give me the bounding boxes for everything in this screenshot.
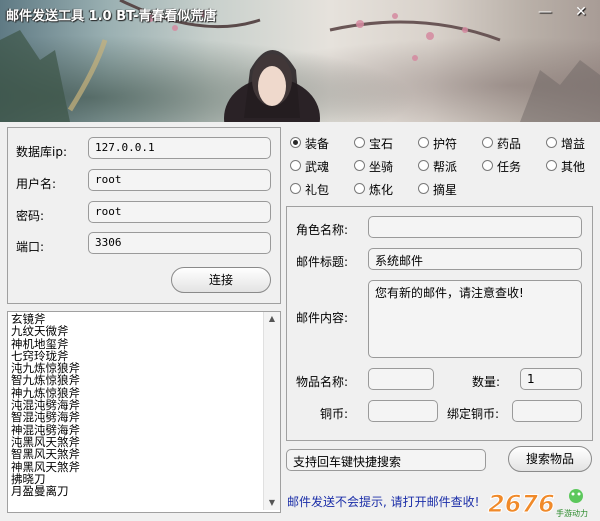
radio-indicator [418,160,429,171]
radio-label: 礼包 [305,183,330,197]
db-user-field[interactable]: root [88,169,271,191]
radio-label: 任务 [497,160,522,174]
radio-indicator [482,137,493,148]
radio-indicator [546,160,557,171]
db-ip-label: 数据库ip: [16,145,67,159]
radio-label: 帮派 [433,160,458,174]
radio-indicator [290,137,301,148]
mail-panel: 角色名称: 邮件标题: 系统邮件 邮件内容: 您有新的邮件，请注意查收! 物品名… [286,206,593,441]
db-pass-label: 密码: [16,209,45,223]
radio-indicator [354,137,365,148]
role-name-field[interactable] [368,216,582,238]
scroll-up-icon[interactable]: ▲ [264,312,280,326]
mail-content-label: 邮件内容: [296,311,349,325]
search-items-button[interactable]: 搜索物品 [508,446,592,472]
radio-indicator [354,160,365,171]
connect-button[interactable]: 连接 [171,267,271,293]
mail-content-field[interactable]: 您有新的邮件，请注意查收! [368,280,582,358]
copper-field[interactable] [368,400,438,422]
list-item[interactable]: 九纹天微斧 [11,325,261,338]
list-item[interactable]: 智混沌劈海斧 [11,411,261,424]
bound-copper-field[interactable] [512,400,582,422]
mail-subject-label: 邮件标题: [296,255,349,269]
list-scrollbar[interactable]: ▲ ▼ [263,312,280,510]
radio-indicator [546,137,557,148]
quantity-field[interactable]: 1 [520,368,582,390]
close-button[interactable]: ✕ [570,3,592,21]
mail-subject-field[interactable]: 系统邮件 [368,248,582,270]
db-port-field[interactable]: 3306 [88,232,271,254]
radio-label: 坐骑 [369,160,394,174]
status-message: 邮件发送不会提示, 请打开邮件查收! [287,495,480,509]
item-name-field[interactable] [368,368,434,390]
radio-indicator [290,160,301,171]
radio-label: 武魂 [305,160,330,174]
db-port-label: 端口: [16,240,45,254]
watermark-logo: 2676 手游动力 [484,486,594,519]
radio-indicator [482,160,493,171]
db-panel: 数据库ip: 127.0.0.1 用户名: root 密码: root 端口: … [7,127,281,304]
item-list[interactable]: 玄镜斧 九纹天微斧 神机地玺斧 七窍玲珑斧 沌九炼惊狼斧 智九炼惊狼斧 神九炼惊狼斧 沌混沌劈… [7,311,281,513]
radio-label: 宝石 [369,137,394,151]
item-list-items: 玄镜斧 九纹天微斧 神机地玺斧 七窍玲珑斧 沌九炼惊狼斧 智九炼惊狼斧 神九炼惊狼斧 沌混沌劈… [11,313,261,498]
logo-tagline: 手游动力 [556,508,588,518]
list-item[interactable]: 神黑风天煞斧 [11,460,261,473]
title-banner: 邮件发送工具 1.0 BT-青春看似荒唐 — ✕ [0,0,600,122]
radio-label: 装备 [305,137,330,151]
search-input[interactable]: 支持回车键快捷搜索 [286,449,486,471]
role-name-label: 角色名称: [296,223,349,237]
scroll-down-icon[interactable]: ▼ [264,496,280,510]
bound-copper-label: 绑定铜币: [447,407,500,421]
radio-label: 护符 [433,137,458,151]
radio-label: 药品 [497,137,522,151]
radio-label: 其他 [561,160,586,174]
radio-indicator [290,183,301,194]
list-item[interactable]: 智九炼惊狼斧 [11,374,261,387]
radio-label: 炼化 [369,183,394,197]
item-name-label: 物品名称: [296,375,349,389]
db-pass-field[interactable]: root [88,201,271,223]
minimize-button[interactable]: — [534,3,556,21]
radio-indicator [418,183,429,194]
logo-text: 2676 [488,490,555,518]
radio-label: 摘星 [433,183,458,197]
radio-label: 增益 [561,137,586,151]
db-ip-field[interactable]: 127.0.0.1 [88,137,271,159]
quantity-label: 数量: [472,375,501,389]
db-user-label: 用户名: [16,177,57,191]
list-item[interactable]: 智黑风天煞斧 [11,448,261,461]
radio-indicator [418,137,429,148]
radio-indicator [354,183,365,194]
list-item[interactable]: 月盈曼离刀 [11,485,261,498]
copper-label: 铜币: [320,407,349,421]
window-title: 邮件发送工具 1.0 BT-青春看似荒唐 [6,9,217,24]
